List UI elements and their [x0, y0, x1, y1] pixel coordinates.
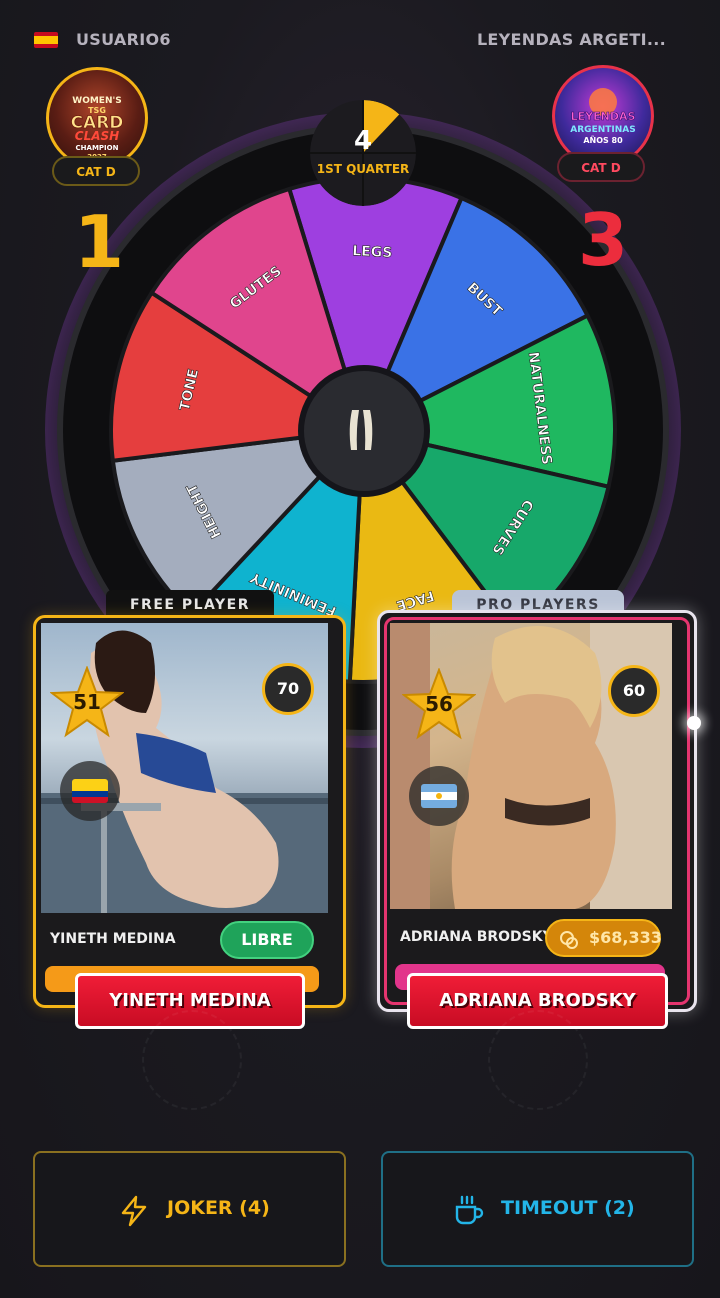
player-name: YINETH MEDINA: [50, 931, 176, 947]
coffee-cup-icon: [455, 1195, 484, 1225]
carousel-indicator[interactable]: [687, 716, 701, 730]
star-rating-value: 56: [425, 692, 453, 716]
wheel-label-legs: LEGS: [352, 243, 393, 261]
badge-text: CHAMPION: [76, 144, 119, 152]
colombia-flag-icon: [72, 779, 108, 803]
joker-label: JOKER (4): [167, 1197, 270, 1219]
circle-rating: 60: [608, 665, 660, 717]
joker-button[interactable]: JOKER (4): [33, 1151, 346, 1267]
timeout-button[interactable]: TIMEOUT (2): [381, 1151, 694, 1267]
badge-text: LEYENDAS: [571, 110, 636, 123]
badge-text: AÑOS 80: [583, 135, 623, 145]
circle-rating: 70: [262, 663, 314, 715]
wheel-hub: [298, 365, 430, 497]
argentina-flag-icon: [421, 784, 457, 808]
left-score: 1: [74, 200, 125, 284]
right-score: 3: [578, 198, 629, 282]
left-player-badge: WOMEN'S TSG CARD CLASH CHAMPION 2027: [46, 67, 148, 169]
left-category-badge: CAT D: [52, 156, 140, 186]
coins-icon: [560, 931, 578, 949]
player-name: ADRIANA BRODSKY: [400, 929, 553, 945]
status-pill[interactable]: LIBRE: [220, 921, 314, 959]
nationality-badge: [409, 766, 469, 826]
badge-text: CLASH: [75, 129, 119, 143]
timeout-label: TIMEOUT (2): [501, 1197, 635, 1219]
left-player-card[interactable]: 51 70 YINETH MEDINA LIBRE: [33, 615, 346, 1008]
empty-slot: [488, 1010, 588, 1110]
nationality-badge: [60, 761, 120, 821]
price-pill[interactable]: $68,333: [545, 919, 662, 957]
right-category-badge: CAT D: [557, 152, 645, 182]
price-value: $68,333: [589, 928, 662, 947]
empty-slot: [142, 1010, 242, 1110]
lightning-icon: [121, 1195, 147, 1227]
badge-text: ARGENTINAS: [570, 125, 635, 135]
star-rating-value: 51: [73, 690, 101, 714]
badge-text: WOMEN'S: [72, 96, 121, 106]
right-player-card[interactable]: 56 60 ADRIANA BRODSKY $68,333: [377, 610, 697, 1012]
